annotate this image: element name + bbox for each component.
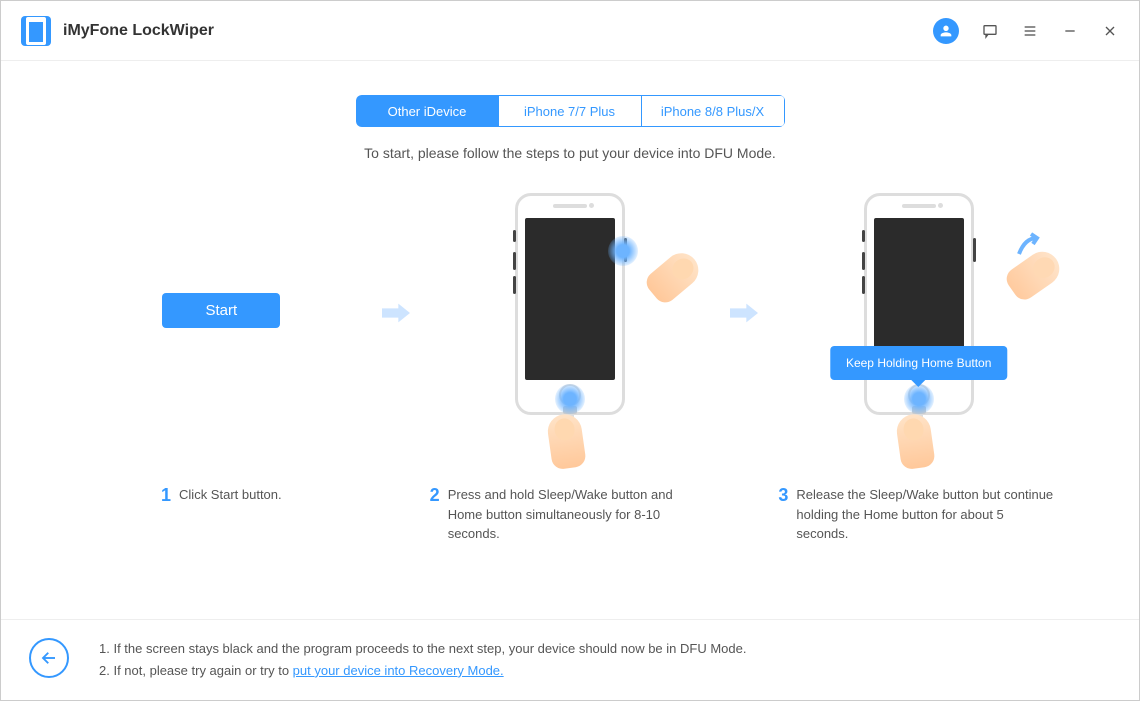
step-number: 1 — [161, 485, 171, 544]
step-number: 2 — [430, 485, 440, 544]
step-captions: 1 Click Start button. 2 Press and hold S… — [1, 485, 1139, 544]
arrow-icon — [382, 303, 410, 328]
tab-iphone7[interactable]: iPhone 7/7 Plus — [499, 95, 642, 127]
step3-col: Keep Holding Home Button — [758, 193, 1079, 415]
device-tabs: Other iDevice iPhone 7/7 Plus iPhone 8/8… — [356, 95, 785, 127]
instruction-text: To start, please follow the steps to put… — [364, 145, 776, 161]
caption-1: 1 Click Start button. — [61, 485, 382, 544]
step-number: 3 — [778, 485, 788, 544]
finger-home-icon — [546, 412, 587, 470]
step-text: Press and hold Sleep/Wake button and Hom… — [448, 485, 711, 544]
titlebar: iMyFone LockWiper — [1, 1, 1139, 61]
main-content: Other iDevice iPhone 7/7 Plus iPhone 8/8… — [1, 61, 1139, 619]
phone-illustration-2 — [515, 193, 625, 415]
app-window: iMyFone LockWiper Other iDevice iPhone 7… — [0, 0, 1140, 701]
finger-home-icon — [894, 412, 935, 470]
finger-power-icon — [642, 246, 705, 307]
start-button[interactable]: Start — [162, 293, 280, 328]
app-logo-icon — [21, 16, 51, 46]
tab-other-idevice[interactable]: Other iDevice — [356, 95, 499, 127]
footer: 1. If the screen stays black and the pro… — [1, 619, 1139, 700]
footer-note-1: 1. If the screen stays black and the pro… — [99, 638, 746, 660]
caption-3: 3 Release the Sleep/Wake button but cont… — [758, 485, 1079, 544]
feedback-icon[interactable] — [981, 22, 999, 40]
recovery-mode-link[interactable]: put your device into Recovery Mode. — [293, 663, 504, 678]
arrow-icon — [730, 303, 758, 328]
tooltip: Keep Holding Home Button — [830, 346, 1007, 380]
footer-note-2: 2. If not, please try again or try to pu… — [99, 660, 746, 682]
home-touch-icon — [904, 384, 934, 414]
power-touch-icon — [608, 236, 638, 266]
app-title: iMyFone LockWiper — [63, 22, 214, 40]
step2-col — [410, 193, 731, 415]
tab-iphone8x[interactable]: iPhone 8/8 Plus/X — [642, 95, 785, 127]
release-arrow-icon — [1015, 232, 1045, 263]
step1-col: Start — [61, 193, 382, 328]
close-icon[interactable] — [1101, 22, 1119, 40]
titlebar-controls — [933, 18, 1119, 44]
minimize-icon[interactable] — [1061, 22, 1079, 40]
steps-row: Start — [1, 193, 1139, 415]
back-button[interactable] — [29, 638, 69, 678]
user-account-icon[interactable] — [933, 18, 959, 44]
step-text: Click Start button. — [179, 485, 282, 544]
caption-2: 2 Press and hold Sleep/Wake button and H… — [410, 485, 731, 544]
home-touch-icon — [555, 384, 585, 414]
step-text: Release the Sleep/Wake button but contin… — [796, 485, 1059, 544]
menu-icon[interactable] — [1021, 22, 1039, 40]
footer-notes: 1. If the screen stays black and the pro… — [99, 638, 746, 682]
phone-illustration-3: Keep Holding Home Button — [864, 193, 974, 415]
